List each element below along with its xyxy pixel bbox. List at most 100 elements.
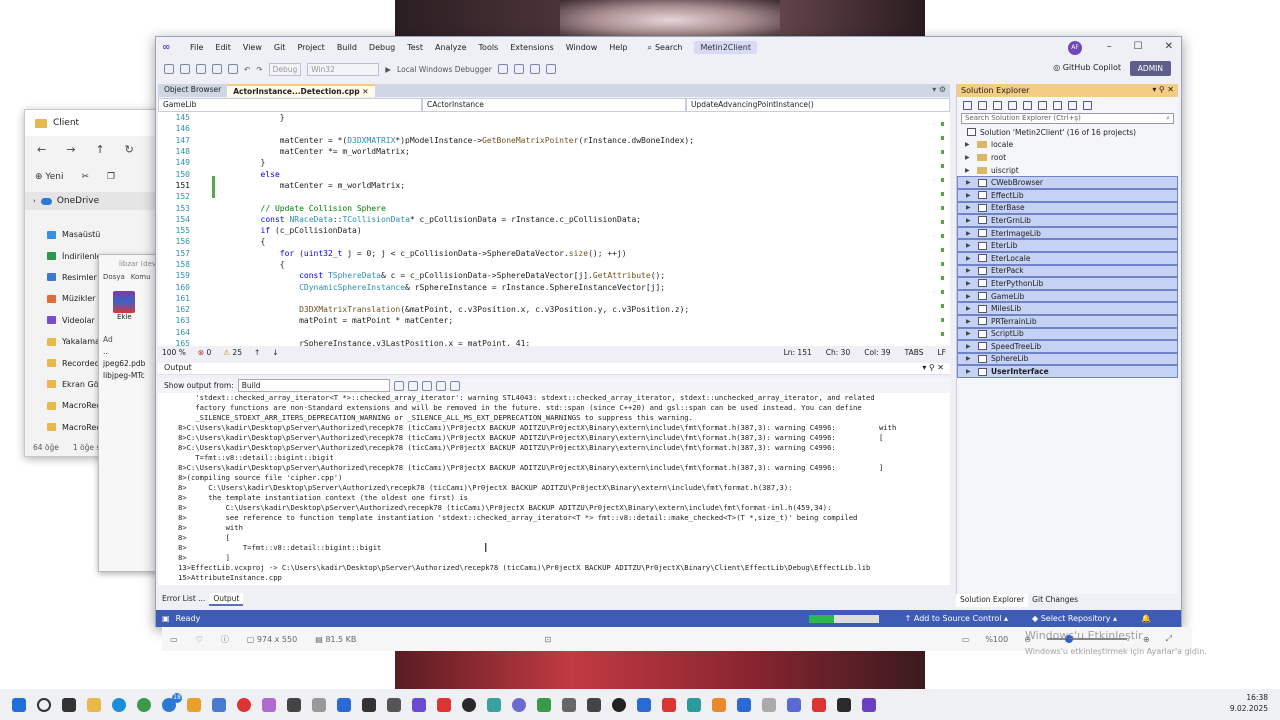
app-icon[interactable] — [812, 697, 826, 712]
app-icon[interactable] — [337, 697, 351, 712]
app-icon[interactable] — [737, 697, 751, 712]
winrar-window[interactable]: libzar (dev Dosya Komu Ekle Ad .. jpeg62.… — [98, 254, 162, 572]
app-icon[interactable] — [837, 697, 851, 712]
menu-extensions[interactable]: Extensions — [504, 43, 559, 52]
menu-test[interactable]: Test — [401, 43, 429, 52]
up-icon[interactable]: ↑ — [95, 143, 104, 156]
expand-icon[interactable]: ▶ — [966, 318, 974, 325]
discord-icon[interactable] — [512, 697, 526, 712]
close-icon[interactable]: ▾ ⚲ ✕ — [1152, 85, 1174, 94]
tab-overflow-icon[interactable]: ▾ ⚙ — [932, 85, 946, 94]
back-icon[interactable] — [963, 100, 972, 110]
solution-project[interactable]: ▶ GameLib — [957, 289, 1178, 303]
expand-icon[interactable]: ▶ — [966, 355, 974, 362]
prev-message-icon[interactable] — [407, 380, 418, 391]
app-icon[interactable] — [587, 697, 601, 712]
code-line[interactable]: 146 — [158, 123, 950, 134]
menu-commands[interactable]: Komu — [131, 273, 151, 285]
app-icon[interactable] — [387, 697, 401, 712]
screen-icon[interactable]: ⊡ — [544, 635, 551, 644]
code-line[interactable]: 154 const NRaceData::TCollisionData* c_p… — [158, 214, 950, 225]
menu-tools[interactable]: Tools — [473, 43, 505, 52]
code-line[interactable]: 155 if (c_pCollisionData) — [158, 225, 950, 236]
solution-folder[interactable]: ▶ uiscript — [957, 164, 1178, 177]
visual-studio-taskbar-icon[interactable] — [862, 697, 876, 712]
code-line[interactable]: 148 matCenter *= m_worldMatrix; — [158, 146, 950, 157]
expand-icon[interactable]: ▶ — [965, 167, 973, 174]
favorite-icon[interactable]: ♡ — [196, 635, 203, 644]
refresh-icon[interactable]: ↻ — [125, 143, 134, 156]
toolbar-icon[interactable] — [497, 64, 508, 74]
search-icon[interactable] — [37, 697, 51, 712]
new-icon[interactable] — [180, 64, 190, 74]
archive-row[interactable]: .. — [99, 347, 161, 359]
solution-project[interactable]: ▶ EterGrnLib — [957, 214, 1178, 227]
solution-project[interactable]: ▶ CWebBrowser — [957, 176, 1178, 189]
solution-project[interactable]: ▶ EffectLib — [957, 188, 1178, 202]
edge-icon[interactable] — [112, 697, 126, 712]
solution-project[interactable]: ▶ MilesLib — [957, 302, 1178, 315]
code-line[interactable]: 157 for (uint32_t j = 0; j < c_pCollisio… — [158, 248, 950, 259]
scrollbar-change-markers[interactable] — [941, 112, 944, 342]
code-line[interactable]: 156 { — [158, 236, 950, 247]
tab-git-changes[interactable]: Git Changes — [1028, 594, 1082, 607]
expand-icon[interactable]: ▶ — [966, 242, 974, 249]
expand-icon[interactable]: ▶ — [966, 255, 974, 262]
copilot-button[interactable]: ◎ GitHub Copilot — [1053, 63, 1121, 72]
preview-icon[interactable] — [1083, 100, 1092, 110]
output-source-dropdown[interactable]: Build — [237, 379, 390, 392]
solution-project[interactable]: ▶ SphereLib — [957, 352, 1178, 366]
tab-active-file[interactable]: ActorInstance...Detection.cpp ✕ — [227, 84, 375, 97]
code-line[interactable]: 160 CDynamicSphereInstance& rSphereInsta… — [158, 281, 950, 292]
tab-object-browser[interactable]: Object Browser — [158, 84, 227, 97]
app-icon[interactable] — [187, 697, 201, 712]
expand-icon[interactable]: ▶ — [966, 330, 974, 337]
menu-file[interactable]: File — [184, 43, 209, 52]
play-icon[interactable]: ▶ — [385, 65, 391, 74]
next-message-icon[interactable] — [421, 380, 432, 391]
app-icon[interactable] — [437, 697, 451, 712]
class-dropdown[interactable]: CActorInstance — [422, 98, 686, 112]
toolbar-icon[interactable] — [529, 64, 540, 74]
tab-solution-explorer[interactable]: Solution Explorer — [956, 594, 1029, 607]
save-all-icon[interactable] — [228, 64, 238, 74]
solution-project[interactable]: ▶ EterPack — [957, 264, 1178, 278]
notification-icon[interactable]: 🔔 — [1141, 614, 1151, 623]
app-icon[interactable] — [487, 697, 501, 712]
archive-row[interactable]: jpeg62.pdb — [99, 359, 161, 371]
nav-up-icon[interactable]: ↑ — [254, 348, 260, 357]
solution-project[interactable]: ▶ EterBase — [957, 201, 1178, 215]
menu-project[interactable]: Project — [291, 43, 330, 52]
menu-window[interactable]: Window — [560, 43, 604, 52]
close-icon[interactable]: ▾ ⚲ ✕ — [922, 363, 944, 372]
platform-dropdown[interactable]: Win32 — [307, 62, 380, 76]
zoom-level[interactable]: 100 % — [162, 348, 186, 357]
menu-build[interactable]: Build — [331, 43, 363, 52]
nav-down-icon[interactable]: ↓ — [272, 348, 278, 357]
add-label[interactable]: Ekle — [99, 313, 161, 321]
back-icon[interactable] — [164, 64, 174, 74]
code-line[interactable]: 158 { — [158, 259, 950, 270]
close-icon[interactable]: ✕ — [1165, 41, 1173, 52]
app-icon[interactable] — [287, 697, 301, 712]
bookmark-icon[interactable] — [545, 64, 556, 74]
vs-search[interactable]: ⌕ Search — [643, 43, 686, 53]
code-line[interactable]: 159 const TSphereData& c = c_pCollisionD… — [158, 270, 950, 281]
menu-file[interactable]: Dosya — [103, 273, 125, 285]
menu-debug[interactable]: Debug — [363, 43, 401, 52]
tab-output[interactable]: Output — [209, 593, 244, 606]
app-icon[interactable] — [137, 697, 151, 712]
code-line[interactable]: 162 D3DXMatrixTranslation(&matPoint, c.v… — [158, 304, 950, 315]
app-icon[interactable] — [562, 697, 576, 712]
tab-error-list[interactable]: Error List ... — [158, 593, 209, 606]
solution-project[interactable]: ▶ ScriptLib — [957, 327, 1178, 341]
explorer-titlebar[interactable]: Client — [25, 110, 161, 136]
winrar-add-icon[interactable] — [113, 291, 135, 313]
warning-count[interactable]: ⚠ 25 — [223, 348, 242, 357]
visual-studio-window[interactable]: ∞ File Edit View Git Project Build Debug… — [155, 36, 1182, 627]
debugger-button[interactable]: Local Windows Debugger — [397, 65, 492, 74]
app-icon[interactable] — [212, 697, 226, 712]
app-icon[interactable] — [637, 697, 651, 712]
app-icon[interactable] — [412, 697, 426, 712]
zoom-percent[interactable]: %100 — [985, 635, 1008, 644]
